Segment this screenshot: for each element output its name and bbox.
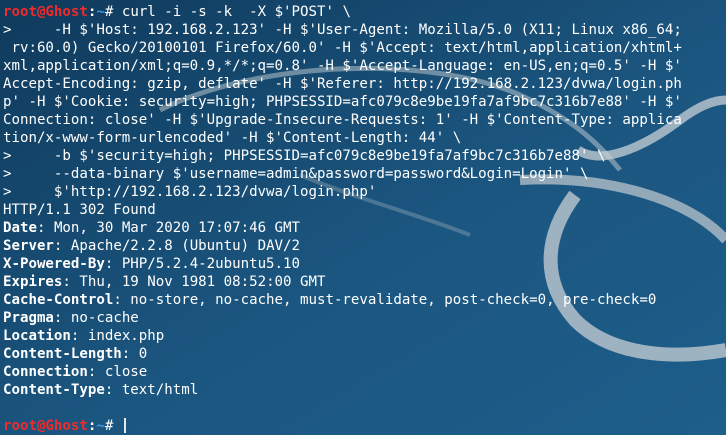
command-continuation: p' -H $'Cookie: security=high; PHPSESSID… (3, 94, 682, 110)
header-name: Cache-Control (3, 292, 114, 308)
header-value: Thu, 19 Nov 1981 08:52:00 GMT (70, 274, 326, 290)
response-header: Expires: Thu, 19 Nov 1981 08:52:00 GMT (3, 274, 326, 290)
prompt-symbol: # (104, 418, 122, 434)
header-value: text/html (113, 382, 199, 398)
command-continuation: > $'http://192.168.2.123/dvwa/login.php' (3, 184, 377, 200)
header-value: Apache/2.2.8 (Ubuntu) DAV/2 (62, 238, 301, 254)
response-header: Pragma: no-cache (3, 310, 139, 326)
prompt-user-host: root@Ghost (3, 4, 88, 20)
prompt-symbol: # (104, 4, 122, 20)
prompt-path: ~ (96, 418, 105, 434)
command-line: root@Ghost:~# curl -i -s -k -X $'POST' \ (3, 3, 726, 21)
command-continuation: tion/x-www-form-urlencoded' -H $'Content… (3, 130, 462, 146)
command-continuation: > --data-binary $'username=admin&passwor… (3, 166, 589, 182)
header-name: Pragma (3, 310, 54, 326)
terminal[interactable]: root@Ghost:~# curl -i -s -k -X $'POST' \… (3, 3, 726, 435)
header-name: Server (3, 238, 54, 254)
header-value: 0 (130, 346, 148, 362)
header-name: Connection (3, 364, 88, 380)
header-name: Location (3, 328, 71, 344)
command-continuation: > -b $'security=high; PHPSESSID=afc079c8… (3, 148, 606, 164)
response-header: Location: index.php (3, 328, 165, 344)
header-value: no-cache (62, 310, 139, 326)
header-value: close (96, 364, 148, 380)
response-header: Date: Mon, 30 Mar 2020 17:07:46 GMT (3, 220, 301, 236)
response-header: Connection: close (3, 364, 148, 380)
response-status-line: HTTP/1.1 302 Found (3, 202, 156, 218)
header-name: Date (3, 220, 37, 236)
response-header: Server: Apache/2.2.8 (Ubuntu) DAV/2 (3, 238, 301, 254)
header-value: index.php (79, 328, 165, 344)
command-continuation: rv:60.0) Gecko/20100101 Firefox/60.0' -H… (3, 40, 682, 56)
header-name: X-Powered-By (3, 256, 105, 272)
header-value: no-store, no-cache, must-revalidate, pos… (121, 292, 657, 308)
response-header: Content-Length: 0 (3, 346, 148, 362)
command-continuation: Accept-Encoding: gzip, deflate' -H $'Ref… (3, 76, 682, 92)
header-name: Expires (3, 274, 63, 290)
command-continuation: xml,application/xml;q=0.9,*/*;q=0.8' -H … (3, 58, 682, 74)
header-value: Mon, 30 Mar 2020 17:07:46 GMT (45, 220, 301, 236)
prompt-path: ~ (96, 4, 105, 20)
text-cursor (123, 418, 126, 433)
command-continuation: Connection: close' -H $'Upgrade-Insecure… (3, 112, 682, 128)
prompt-user-host: root@Ghost (3, 418, 88, 434)
header-name: Content-Type (3, 382, 105, 398)
command-text: curl -i -s -k -X $'POST' \ (121, 4, 351, 20)
header-value: PHP/5.2.4-2ubuntu5.10 (113, 256, 301, 272)
response-header: X-Powered-By: PHP/5.2.4-2ubuntu5.10 (3, 256, 301, 272)
response-header: Cache-Control: no-store, no-cache, must-… (3, 292, 657, 308)
prompt-line[interactable]: root@Ghost:~# (3, 417, 726, 435)
response-header: Content-Type: text/html (3, 382, 199, 398)
header-name: Content-Length (3, 346, 122, 362)
command-continuation: > -H $'Host: 192.168.2.123' -H $'User-Ag… (3, 22, 682, 38)
